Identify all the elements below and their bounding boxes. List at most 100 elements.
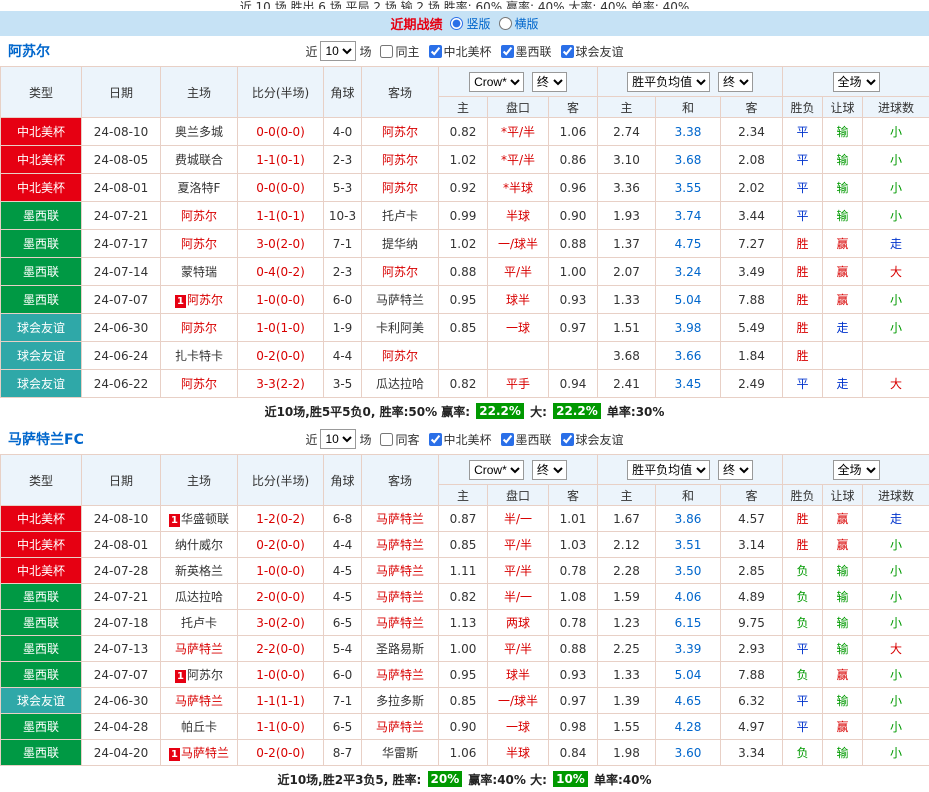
col-header-corner: 角球 (324, 455, 362, 506)
avg-stage-select[interactable]: 终 (718, 72, 753, 92)
same-venue-checkbox[interactable] (380, 45, 393, 58)
odds-stage-select[interactable]: 终 (532, 460, 567, 480)
col-header-date: 日期 (82, 67, 161, 118)
col-header-score: 比分(半场) (238, 455, 324, 506)
subcol-odds-away: 客 (549, 97, 598, 118)
league-filter-checkbox-1[interactable] (429, 45, 442, 58)
near-label: 近 (305, 43, 317, 60)
corner-cell: 7-1 (324, 230, 362, 258)
handicap-cell: 一球 (488, 314, 549, 342)
avg-home-cell: 3.10 (598, 146, 656, 174)
match-row: 墨西联24-07-071阿苏尔1-0(0-0)6-0马萨特兰0.95球半0.93… (1, 662, 929, 688)
handicap-cell: 平/半 (488, 636, 549, 662)
away-odds-cell: 0.93 (549, 286, 598, 314)
avg-stage-select[interactable]: 终 (718, 460, 753, 480)
league-cell: 墨西联 (1, 258, 82, 286)
scope-select[interactable]: 全场 (833, 460, 880, 480)
avg-home-cell: 1.93 (598, 202, 656, 230)
avg-away-cell: 7.88 (721, 286, 783, 314)
league-filter-option-2[interactable]: 墨西联 (495, 43, 552, 60)
handicap-result-cell: 输 (823, 202, 863, 230)
score-cell: 3-0(2-0) (238, 610, 324, 636)
league-cell: 中北美杯 (1, 532, 82, 558)
corner-cell: 6-0 (324, 286, 362, 314)
home-team-cell: 奥兰多城 (161, 118, 238, 146)
match-count-select[interactable]: 10 (320, 429, 356, 449)
match-row: 球会友谊24-06-30阿苏尔1-0(1-0)1-9卡利阿美0.85一球0.97… (1, 314, 929, 342)
league-filter-option-2[interactable]: 墨西联 (495, 431, 552, 448)
match-row: 中北美杯24-08-101华盛顿联1-2(0-2)6-8马萨特兰0.87半/一1… (1, 506, 929, 532)
odds-company-select[interactable]: Crow* (469, 72, 524, 92)
away-odds-cell: 0.93 (549, 662, 598, 688)
horizontal-layout-option[interactable]: 横版 (499, 15, 539, 32)
avg-away-cell: 4.89 (721, 584, 783, 610)
result-cell: 胜 (783, 532, 823, 558)
horizontal-layout-radio[interactable] (499, 17, 512, 30)
handicap-result-cell: 输 (823, 558, 863, 584)
team-section-header: 阿苏尔 近 10 场 同主 中北美杯 墨西联 球会友谊 (0, 36, 929, 66)
league-cell: 中北美杯 (1, 558, 82, 584)
goals-result-cell (863, 342, 929, 370)
league-filter-option-3[interactable]: 球会友谊 (555, 431, 624, 448)
home-team-cell: 纳什威尔 (161, 532, 238, 558)
league-filter-checkbox-3[interactable] (561, 433, 574, 446)
away-odds-cell: 1.08 (549, 584, 598, 610)
red-card-badge: 1 (169, 748, 180, 761)
avg-away-cell: 2.02 (721, 174, 783, 202)
avg-type-select[interactable]: 胜平负均值 (627, 72, 710, 92)
league-filter-option-1[interactable]: 中北美杯 (423, 431, 492, 448)
same-venue-checkbox[interactable] (380, 433, 393, 446)
home-odds-cell: 0.92 (439, 174, 488, 202)
odds-stage-select[interactable]: 终 (532, 72, 567, 92)
handicap-cell: 一/球半 (488, 688, 549, 714)
match-count-select[interactable]: 10 (320, 41, 356, 61)
avg-away-cell: 3.34 (721, 740, 783, 766)
same-venue-option[interactable]: 同客 (374, 431, 419, 448)
goals-result-cell: 小 (863, 662, 929, 688)
away-team-cell: 圣路易斯 (362, 636, 439, 662)
league-filter-checkbox-2[interactable] (501, 45, 514, 58)
home-odds-cell: 1.13 (439, 610, 488, 636)
subcol-goals: 进球数 (863, 97, 929, 118)
home-team-cell: 1马萨特兰 (161, 740, 238, 766)
subcol-odds-away: 客 (549, 485, 598, 506)
avg-draw-cell: 3.66 (656, 342, 721, 370)
league-filter-option-1[interactable]: 中北美杯 (423, 43, 492, 60)
vertical-layout-radio[interactable] (450, 17, 463, 30)
goals-result-cell: 大 (863, 258, 929, 286)
away-odds-cell: 1.01 (549, 506, 598, 532)
away-team-cell: 多拉多斯 (362, 688, 439, 714)
score-cell: 1-1(1-1) (238, 688, 324, 714)
league-filter-checkbox-3[interactable] (561, 45, 574, 58)
handicap-cell: 平/半 (488, 532, 549, 558)
handicap-cell: *半球 (488, 174, 549, 202)
league-filter-option-3[interactable]: 球会友谊 (555, 43, 624, 60)
same-venue-option[interactable]: 同主 (374, 43, 419, 60)
summary-text: 近10场,胜5平5负0, 胜率:50% 赢率: (265, 403, 475, 420)
scope-select[interactable]: 全场 (833, 72, 880, 92)
date-cell: 24-08-10 (82, 506, 161, 532)
league-filter-checkbox-1[interactable] (429, 433, 442, 446)
avg-draw-cell: 4.28 (656, 714, 721, 740)
vertical-layout-option[interactable]: 竖版 (450, 15, 490, 32)
handicap-cell: 平/半 (488, 558, 549, 584)
date-cell: 24-08-05 (82, 146, 161, 174)
away-team-cell: 马萨特兰 (362, 610, 439, 636)
avg-away-cell: 2.93 (721, 636, 783, 662)
away-team-cell: 华雷斯 (362, 740, 439, 766)
handicap-result-cell: 输 (823, 610, 863, 636)
odds-company-select[interactable]: Crow* (469, 460, 524, 480)
scope-group-header: 全场 (783, 455, 929, 485)
away-team-cell: 提华纳 (362, 230, 439, 258)
avg-type-select[interactable]: 胜平负均值 (627, 460, 710, 480)
subcol-handicap-result: 让球 (823, 97, 863, 118)
match-row: 墨西联24-07-17阿苏尔3-0(2-0)7-1提华纳1.02一/球半0.88… (1, 230, 929, 258)
goals-result-cell: 小 (863, 558, 929, 584)
goals-result-cell: 大 (863, 370, 929, 398)
league-cell: 中北美杯 (1, 146, 82, 174)
score-cell: 1-1(0-0) (238, 714, 324, 740)
corner-cell: 3-5 (324, 370, 362, 398)
league-cell: 墨西联 (1, 740, 82, 766)
league-filter-checkbox-2[interactable] (501, 433, 514, 446)
handicap-result-cell: 赢 (823, 662, 863, 688)
